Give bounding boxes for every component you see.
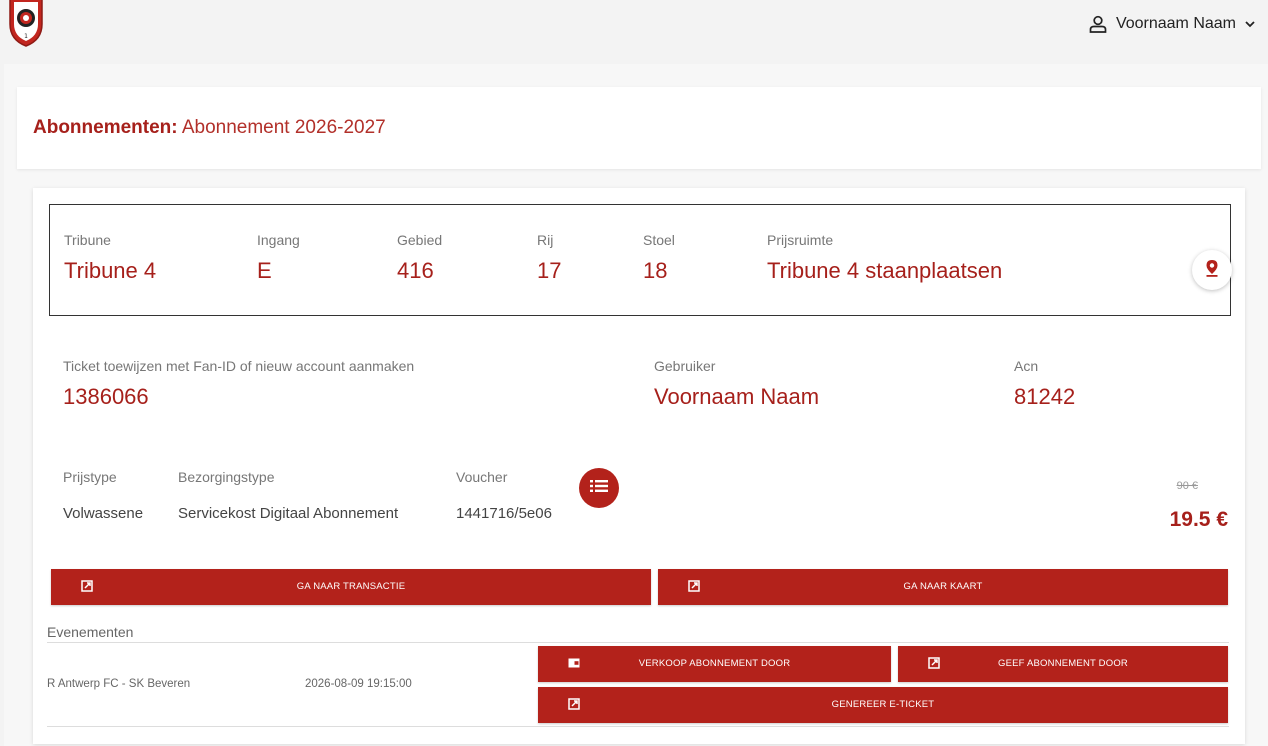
acn-field: Acn 81242	[1014, 358, 1075, 410]
give-subscription-label: GEEF ABONNEMENT DOOR	[998, 658, 1128, 669]
map-pin-icon	[1205, 259, 1219, 282]
event-name: R Antwerp FC - SK Beveren	[47, 678, 191, 690]
go-to-map-button[interactable]: GA NAAR KAART	[658, 569, 1228, 605]
gebied-field: Gebied 416	[397, 232, 442, 284]
user-icon	[1088, 14, 1108, 34]
current-price: 19.5 €	[1169, 508, 1228, 531]
tribune-field: Tribune Tribune 4	[64, 232, 156, 284]
stoel-label: Stoel	[643, 232, 675, 248]
rij-value: 17	[537, 258, 562, 283]
gebruiker-field: Gebruiker Voornaam Naam	[654, 358, 819, 410]
generate-eticket-label: GENEREER E-TICKET	[831, 699, 935, 710]
page-title-bold: Abonnementen:	[33, 117, 178, 138]
fanid-label: Ticket toewijzen met Fan-ID of nieuw acc…	[63, 358, 415, 374]
chevron-down-icon	[1244, 18, 1256, 30]
fanid-value[interactable]: 1386066	[63, 384, 414, 410]
voucher-label: Voucher	[456, 469, 508, 485]
events-heading: Evenementen	[47, 624, 134, 640]
gebied-value: 416	[397, 258, 434, 283]
events-divider	[47, 642, 1229, 643]
stoel-value: 18	[643, 258, 668, 283]
ingang-label: Ingang	[257, 232, 300, 248]
sell-subscription-button[interactable]: VERKOOP ABONNEMENT DOOR	[538, 646, 891, 682]
generate-eticket-button[interactable]: GENEREER E-TICKET	[538, 687, 1228, 723]
go-to-map-label: GA NAAR KAART	[903, 581, 983, 592]
fanid-field: Ticket toewijzen met Fan-ID of nieuw acc…	[63, 358, 414, 410]
go-to-transaction-button[interactable]: GA NAAR TRANSACTIE	[51, 569, 651, 605]
svg-text:1: 1	[24, 33, 28, 40]
voucher-field: Voucher 1441716/5e06	[456, 469, 552, 522]
give-subscription-button[interactable]: GEEF ABONNEMENT DOOR	[898, 646, 1228, 682]
gebruiker-value: Voornaam Naam	[654, 384, 820, 409]
acn-label: Acn	[1014, 358, 1039, 374]
subscription-card: Tribune Tribune 4 Ingang E Gebied 416 Ri…	[33, 188, 1245, 744]
club-crest-icon[interactable]: 1	[6, 0, 46, 48]
map-location-button[interactable]	[1192, 250, 1232, 290]
acn-value: 81242	[1014, 384, 1076, 409]
user-name: Voornaam Naam	[1115, 15, 1236, 32]
original-price: 90 €	[1176, 480, 1198, 492]
sell-subscription-label: VERKOOP ABONNEMENT DOOR	[638, 658, 791, 669]
list-icon	[590, 479, 608, 498]
bezorgingstype-label: Bezorgingstype	[178, 469, 275, 485]
user-menu[interactable]: Voornaam Naam	[1088, 12, 1256, 36]
prijsruimte-label: Prijsruimte	[767, 232, 834, 248]
top-bar: 1 Voornaam Naam	[0, 0, 1268, 64]
bezorgingstype-field: Bezorgingstype Servicekost Digitaal Abon…	[178, 469, 398, 522]
event-date: 2026-08-09 19:15:00	[305, 678, 412, 690]
prijstype-label: Prijstype	[63, 469, 117, 485]
rij-field: Rij 17	[537, 232, 561, 284]
voucher-list-button[interactable]	[579, 468, 619, 508]
prijstype-value: Volwassene	[63, 505, 144, 522]
rij-label: Rij	[537, 232, 554, 248]
prijsruimte-field: Prijsruimte Tribune 4 staanplaatsen	[767, 232, 1002, 284]
page-title-card: Abonnementen: Abonnement 2026-2027	[17, 87, 1261, 169]
seat-info-box: Tribune Tribune 4 Ingang E Gebied 416 Ri…	[49, 204, 1232, 316]
prijstype-field: Prijstype Volwassene	[63, 469, 143, 522]
page-title-subscription: Abonnement 2026-2027	[181, 117, 386, 138]
go-to-transaction-label: GA NAAR TRANSACTIE	[296, 581, 406, 592]
ingang-field: Ingang E	[257, 232, 300, 284]
prijsruimte-value: Tribune 4 staanplaatsen	[767, 258, 1003, 283]
events-bottom-divider	[47, 726, 1229, 727]
tribune-value: Tribune 4	[64, 258, 157, 283]
stoel-field: Stoel 18	[643, 232, 675, 284]
gebied-label: Gebied	[397, 232, 443, 248]
ingang-value: E	[257, 258, 272, 283]
voucher-value: 1441716/5e06	[456, 505, 552, 522]
gebruiker-label: Gebruiker	[654, 358, 716, 374]
page-title: Abonnementen: Abonnement 2026-2027	[33, 117, 386, 139]
bezorgingstype-value: Servicekost Digitaal Abonnement	[178, 505, 399, 522]
tribune-label: Tribune	[64, 232, 111, 248]
